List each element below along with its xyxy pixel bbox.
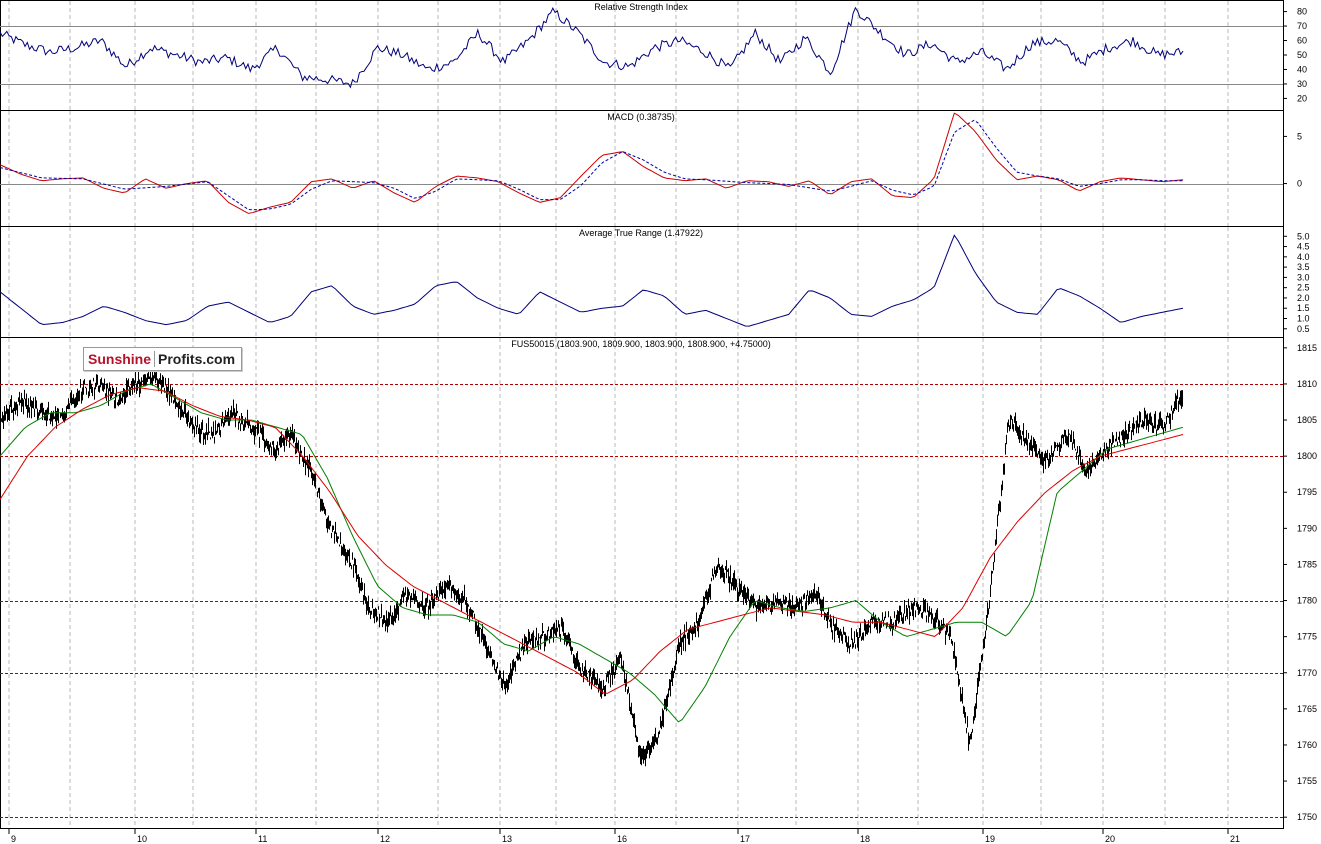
logo-part-profits: Profits.com <box>154 351 241 367</box>
ytick-label-price-1810: 1810 <box>1297 379 1317 389</box>
ytick-label-price-1760: 1760 <box>1297 740 1317 750</box>
ytick-label-rsi-60: 60 <box>1297 36 1307 46</box>
ytick-label-price-1785: 1785 <box>1297 559 1317 569</box>
ytick-label-atr-2.5: 2.5 <box>1297 283 1310 293</box>
ytick-label-macd-0: 0 <box>1297 179 1302 189</box>
ytick-label-atr-1: 1.0 <box>1297 314 1310 324</box>
ytick-label-atr-2: 2.0 <box>1297 293 1310 303</box>
ytick-label-price-1780: 1780 <box>1297 596 1317 606</box>
xtick-label-18: 18 <box>860 834 870 844</box>
xtick-label-16: 16 <box>617 834 627 844</box>
xtick-label-19: 19 <box>985 834 995 844</box>
ytick-label-atr-4: 4.0 <box>1297 252 1310 262</box>
xtick-label-9: 9 <box>11 834 16 844</box>
ytick-label-price-1815: 1815 <box>1297 343 1317 353</box>
panel-title-macd: MACD (0.38735) <box>607 112 675 122</box>
ytick-label-price-1755: 1755 <box>1297 776 1317 786</box>
ytick-label-price-1775: 1775 <box>1297 632 1317 642</box>
sunshine-profits-logo: Sunshine Profits.com <box>83 347 243 371</box>
ytick-label-price-1805: 1805 <box>1297 415 1317 425</box>
xtick-label-13: 13 <box>502 834 512 844</box>
ytick-label-atr-1.5: 1.5 <box>1297 303 1310 313</box>
ytick-label-atr-3: 3.0 <box>1297 272 1310 282</box>
ytick-label-price-1750: 1750 <box>1297 812 1317 822</box>
series-macd-macd <box>0 112 1184 214</box>
series-rsi-rsi <box>0 6 1184 89</box>
stock-chart: Relative Strength Index MACD (0.38735) Ave… <box>0 0 1317 844</box>
xtick-label-20: 20 <box>1105 834 1115 844</box>
xtick-label-12: 12 <box>380 834 390 844</box>
ytick-label-price-1765: 1765 <box>1297 704 1317 714</box>
ytick-label-rsi-30: 30 <box>1297 79 1307 89</box>
ytick-label-price-1800: 1800 <box>1297 451 1317 461</box>
series-atr-atr <box>0 234 1184 327</box>
ytick-label-price-1790: 1790 <box>1297 523 1317 533</box>
panel-title-atr: Average True Range (1.47922) <box>579 228 703 238</box>
ytick-label-price-1795: 1795 <box>1297 487 1317 497</box>
panel-title-rsi: Relative Strength Index <box>594 2 688 12</box>
ytick-label-rsi-50: 50 <box>1297 50 1307 60</box>
series-price-moving-average-slow <box>0 387 1184 694</box>
xtick-label-21: 21 <box>1230 834 1240 844</box>
ytick-label-atr-0.5: 0.5 <box>1297 324 1310 334</box>
ytick-label-macd-5: 5 <box>1297 131 1302 141</box>
ytick-label-atr-3.5: 3.5 <box>1297 262 1310 272</box>
xtick-label-11: 11 <box>258 834 267 844</box>
ytick-label-price-1770: 1770 <box>1297 668 1317 678</box>
panel-title-price: FUS50015 (1803.900, 1809.900, 1803.900, … <box>511 339 770 349</box>
ytick-label-rsi-20: 20 <box>1297 93 1307 103</box>
ytick-label-rsi-70: 70 <box>1297 21 1307 31</box>
xtick-label-17: 17 <box>740 834 750 844</box>
ytick-label-atr-4.5: 4.5 <box>1297 242 1310 252</box>
ytick-label-rsi-40: 40 <box>1297 64 1307 74</box>
series-price-moving-average-fast <box>0 383 1184 723</box>
ytick-label-rsi-80: 80 <box>1297 7 1307 17</box>
ytick-label-atr-5: 5.0 <box>1297 231 1310 241</box>
logo-part-sunshine: Sunshine <box>84 351 155 367</box>
xtick-label-10: 10 <box>137 834 147 844</box>
series-price-fus50015 <box>0 366 1183 767</box>
